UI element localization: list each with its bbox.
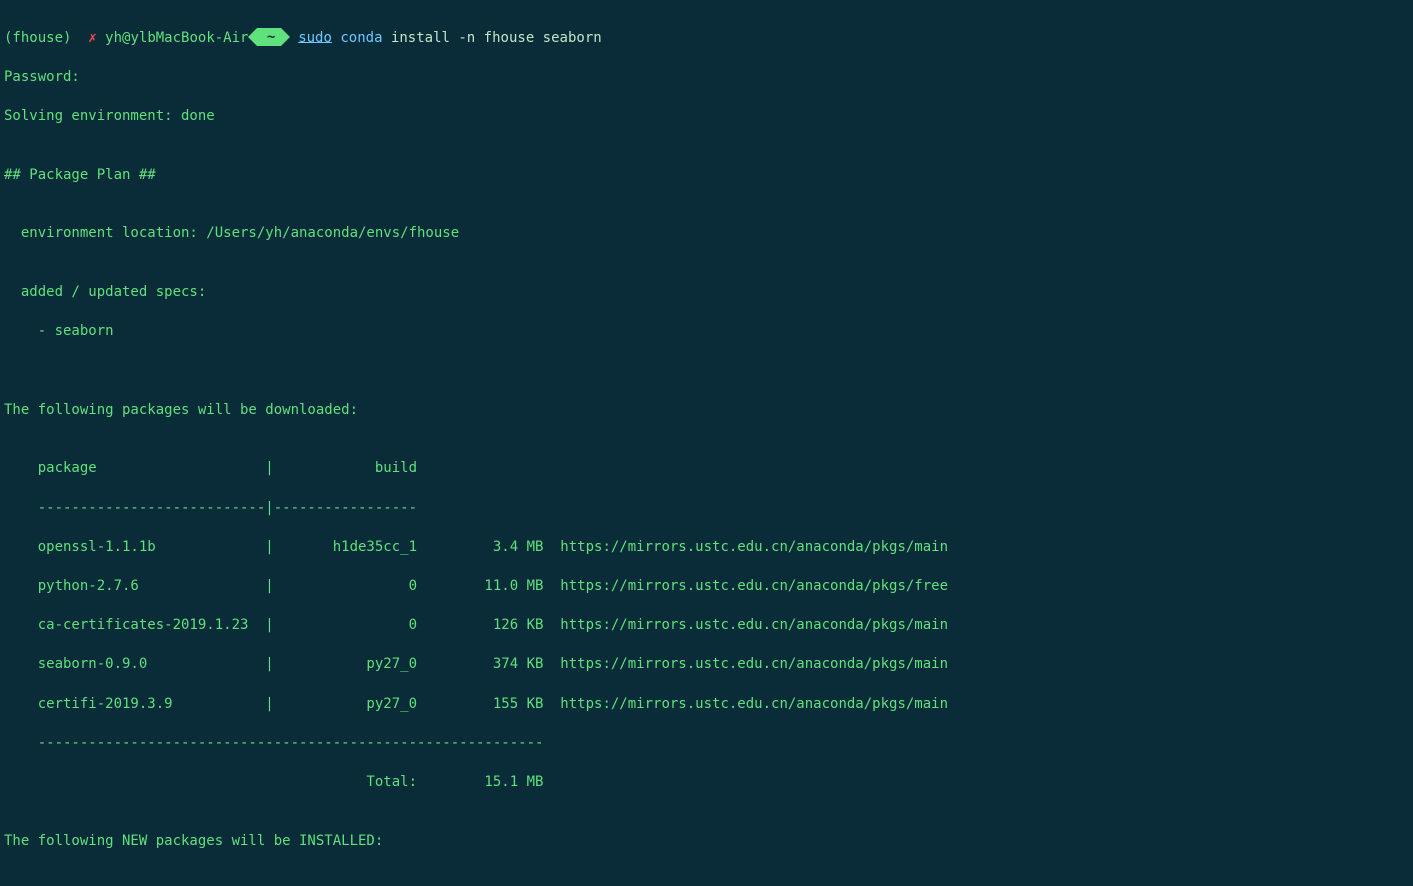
- table-row: ca-certificates-2019.1.23 | 0 126 KB htt…: [4, 616, 1409, 636]
- download-header: The following packages will be downloade…: [4, 401, 1409, 421]
- prompt-line[interactable]: (fhouse) ✗ yh@ylbMacBook-Air ~ sudo cond…: [4, 28, 1409, 48]
- table-separator: ----------------------------------------…: [4, 734, 1409, 754]
- prompt-path-text: ~: [257, 28, 281, 46]
- specs-header: added / updated specs:: [4, 283, 1409, 303]
- output-line: Solving environment: done: [4, 107, 1409, 127]
- prompt-status-icon: ✗: [88, 29, 96, 45]
- table-row: openssl-1.1.1b | h1de35cc_1 3.4 MB https…: [4, 538, 1409, 558]
- cmd-args: install -n fhouse seaborn: [391, 29, 602, 45]
- table-header: package | build: [4, 459, 1409, 479]
- prompt-userhost: yh@ylbMacBook-Air: [105, 29, 248, 45]
- table-separator: ---------------------------|------------…: [4, 499, 1409, 519]
- output-line: Password:: [4, 68, 1409, 88]
- spec-item: - seaborn: [4, 322, 1409, 342]
- new-packages-header: The following NEW packages will be INSTA…: [4, 832, 1409, 852]
- cmd-conda: conda: [340, 29, 382, 45]
- table-row: python-2.7.6 | 0 11.0 MB https://mirrors…: [4, 577, 1409, 597]
- package-plan-header: ## Package Plan ##: [4, 166, 1409, 186]
- prompt-path-segment: ~: [257, 28, 281, 48]
- table-row: certifi-2019.3.9 | py27_0 155 KB https:/…: [4, 695, 1409, 715]
- table-row: seaborn-0.9.0 | py27_0 374 KB https://mi…: [4, 655, 1409, 675]
- env-location: environment location: /Users/yh/anaconda…: [4, 224, 1409, 244]
- terminal-output[interactable]: (fhouse) ✗ yh@ylbMacBook-Air ~ sudo cond…: [0, 0, 1413, 886]
- table-total: Total: 15.1 MB: [4, 773, 1409, 793]
- cmd-sudo: sudo: [298, 29, 332, 45]
- prompt-env: (fhouse): [4, 29, 71, 45]
